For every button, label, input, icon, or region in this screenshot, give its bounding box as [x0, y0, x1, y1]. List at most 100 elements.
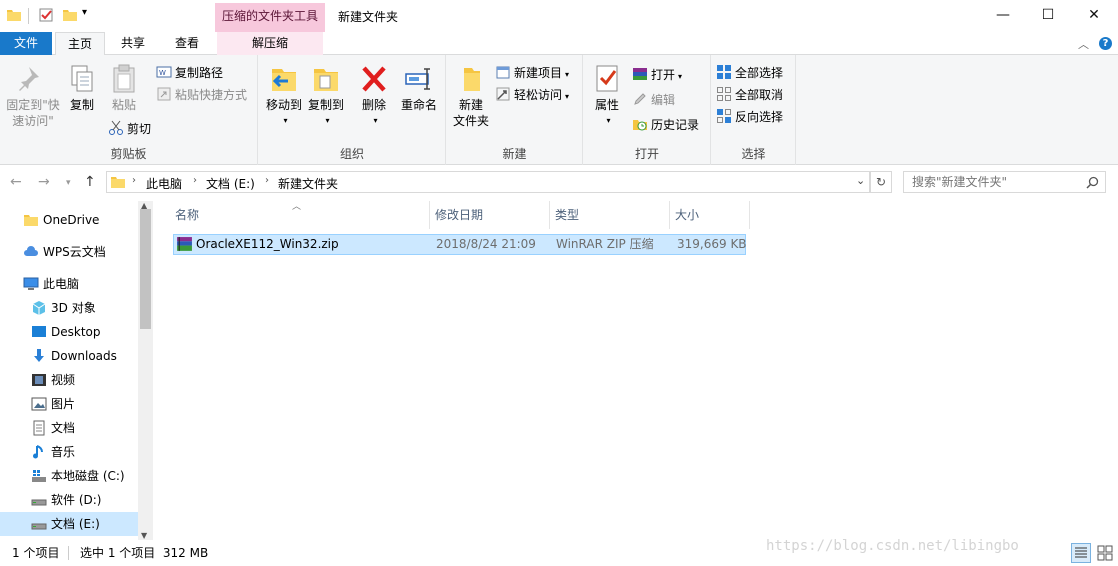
help-icon[interactable]: ? [1099, 37, 1112, 50]
forward-arrow-icon[interactable]: → [38, 174, 50, 190]
delete-button[interactable]: 删除 ▾ [357, 63, 391, 129]
tab-file[interactable]: 文件 [0, 32, 52, 55]
move-to-button[interactable]: 移动到 ▾ [263, 63, 305, 129]
folder-icon [24, 215, 38, 226]
nav-item-label: 视频 [51, 373, 76, 387]
new-folder-icon[interactable] [62, 7, 78, 23]
nav-item-drive-d[interactable]: 软件 (D:) [0, 488, 138, 512]
nav-item-documents[interactable]: 文档 [0, 416, 138, 440]
nav-item-this-pc[interactable]: 此电脑 [0, 272, 138, 296]
delete-x-icon [358, 63, 390, 95]
recent-locations-icon[interactable]: ▾ [66, 178, 71, 188]
up-arrow-icon[interactable]: ↑ [84, 174, 96, 190]
watermark: https://blog.csdn.net/libingbo [766, 538, 1019, 554]
edit-label: 编辑 [651, 93, 676, 107]
ribbon: 固定到"快 速访问" 复制 粘贴 W 复制路径 粘贴快捷方式 剪切 剪贴板 移动… [0, 55, 1118, 165]
scroll-down-icon[interactable]: ▼ [141, 531, 147, 540]
invert-selection-button[interactable]: 反向选择 [716, 107, 783, 127]
properties-button[interactable]: 属性 ▾ [590, 63, 624, 129]
refresh-icon[interactable]: ↻ [870, 171, 892, 193]
tab-home[interactable]: 主页 [55, 32, 105, 56]
select-group-label: 选择 [741, 147, 766, 161]
selection-info: 选中 1 个项目 312 MB [80, 546, 209, 560]
copy-to-button[interactable]: 复制到 ▾ [305, 63, 347, 129]
nav-item-label: 此电脑 [43, 277, 80, 291]
move-to-folder-icon [268, 63, 300, 95]
new-item-button[interactable]: 新建项目 ▾ [495, 63, 569, 83]
close-button[interactable]: ✕ [1071, 0, 1117, 30]
rename-button[interactable]: 重命名 [397, 63, 441, 113]
breadcrumb-chevron-icon[interactable]: › [193, 175, 197, 186]
new-folder-icon [455, 63, 487, 95]
nav-item-label: Downloads [51, 349, 117, 363]
maximize-button[interactable]: ☐ [1025, 0, 1071, 30]
nav-item-onedrive[interactable]: OneDrive [0, 208, 138, 232]
nav-item-label: 图片 [51, 397, 76, 411]
cut-button[interactable]: 剪切 [108, 119, 151, 139]
new-folder-button[interactable]: 新建 文件夹 [449, 63, 493, 129]
breadcrumb-chevron-icon[interactable]: › [132, 175, 136, 186]
move-to-dropdown-icon: ▾ [283, 116, 288, 125]
easy-access-button[interactable]: 轻松访问 ▾ [495, 85, 569, 105]
search-input[interactable] [904, 172, 1105, 192]
nav-item-videos[interactable]: 视频 [0, 368, 138, 392]
pin-to-quick-access-button[interactable]: 固定到"快 速访问" [4, 63, 62, 129]
search-icon[interactable] [1086, 176, 1099, 189]
breadcrumb-this-pc[interactable]: 此电脑 [146, 175, 182, 192]
cube-icon [32, 301, 46, 315]
column-header-modified[interactable]: 修改日期 [430, 201, 550, 229]
history-button[interactable]: 历史记录 [632, 115, 699, 135]
scroll-thumb[interactable] [140, 209, 151, 329]
column-header-size[interactable]: 大小 [670, 201, 750, 229]
large-icons-view-icon[interactable] [1095, 543, 1115, 563]
nav-item-drive-c[interactable]: 本地磁盘 (C:) [0, 464, 138, 488]
column-header-type[interactable]: 类型 [550, 201, 670, 229]
tab-view[interactable]: 查看 [164, 32, 210, 55]
pin-label-line1: 固定到"快 [6, 98, 60, 112]
collapse-ribbon-icon[interactable]: ︿ [1078, 36, 1089, 52]
open-button[interactable]: 打开 ▾ [632, 65, 682, 85]
select-group: 全部选择 全部取消 反向选择 选择 [712, 55, 796, 165]
paste-button[interactable]: 粘贴 [104, 63, 144, 113]
paste-shortcut-button[interactable]: 粘贴快捷方式 [156, 85, 247, 105]
details-view-icon[interactable] [1071, 543, 1091, 563]
breadcrumb-drive-e[interactable]: 文档 (E:) [206, 175, 255, 192]
scissors-icon [109, 120, 123, 135]
select-all-button[interactable]: 全部选择 [716, 63, 783, 83]
copy-button[interactable]: 复制 [64, 63, 100, 113]
edit-button[interactable]: 编辑 [632, 90, 675, 110]
select-none-button[interactable]: 全部取消 [716, 85, 783, 105]
nav-item-desktop[interactable]: Desktop [0, 320, 138, 344]
breadcrumb-new-folder[interactable]: 新建文件夹 [278, 175, 338, 192]
nav-pane-scrollbar[interactable]: ▲ ▼ [138, 201, 153, 540]
nav-item-drive-e[interactable]: 文档 (E:) [0, 512, 138, 536]
address-bar[interactable]: › 此电脑 › 文档 (E:) › 新建文件夹 ⌄ [106, 171, 870, 193]
nav-item-pictures[interactable]: 图片 [0, 392, 138, 416]
address-history-dropdown-icon[interactable]: ⌄ [856, 174, 865, 187]
nav-item-label: OneDrive [43, 213, 100, 227]
nav-item-wps-cloud[interactable]: WPS云文档 [0, 240, 138, 264]
tab-extract[interactable]: 解压缩 [217, 32, 323, 55]
select-all-label: 全部选择 [735, 66, 784, 80]
video-icon [32, 374, 46, 386]
copy-path-button[interactable]: W 复制路径 [156, 63, 223, 83]
nav-item-3d-objects[interactable]: 3D 对象 [0, 296, 138, 320]
nav-item-music[interactable]: 音乐 [0, 440, 138, 464]
search-box[interactable] [903, 171, 1106, 193]
nav-item-label: 软件 (D:) [51, 493, 102, 507]
breadcrumb-chevron-icon[interactable]: › [265, 175, 269, 186]
properties-checkbox-icon[interactable] [38, 7, 54, 23]
copy-to-label: 复制到 [307, 98, 344, 112]
back-arrow-icon[interactable]: ← [10, 174, 22, 190]
tab-share[interactable]: 共享 [110, 32, 156, 55]
open-group: 属性 ▾ 打开 ▾ 编辑 历史记录 打开 [584, 55, 711, 165]
column-header-name[interactable]: 名称 [170, 201, 430, 229]
easy-access-icon [496, 87, 510, 101]
quick-access-dropdown-icon[interactable]: ▾ [82, 7, 87, 18]
minimize-button[interactable]: — [980, 0, 1026, 30]
invert-selection-icon [717, 109, 731, 123]
folder-icon[interactable] [6, 7, 22, 23]
file-row[interactable]: OracleXE112_Win32.zip 2018/8/24 21:09 Wi… [173, 234, 747, 255]
copy-icon [66, 63, 98, 95]
nav-item-downloads[interactable]: Downloads [0, 344, 138, 368]
